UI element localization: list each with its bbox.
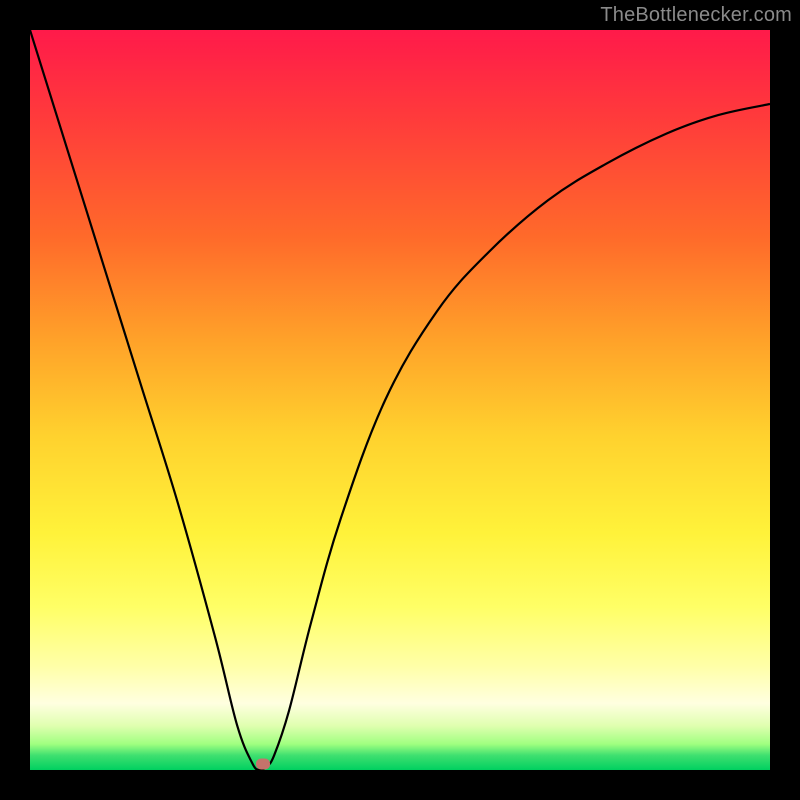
optimum-marker (256, 759, 270, 770)
watermark-text: TheBottlenecker.com (600, 4, 792, 27)
curve-layer (30, 30, 770, 770)
plot-background (30, 30, 770, 770)
chart-frame: TheBottlenecker.com (0, 0, 800, 800)
bottleneck-curve (30, 30, 770, 770)
